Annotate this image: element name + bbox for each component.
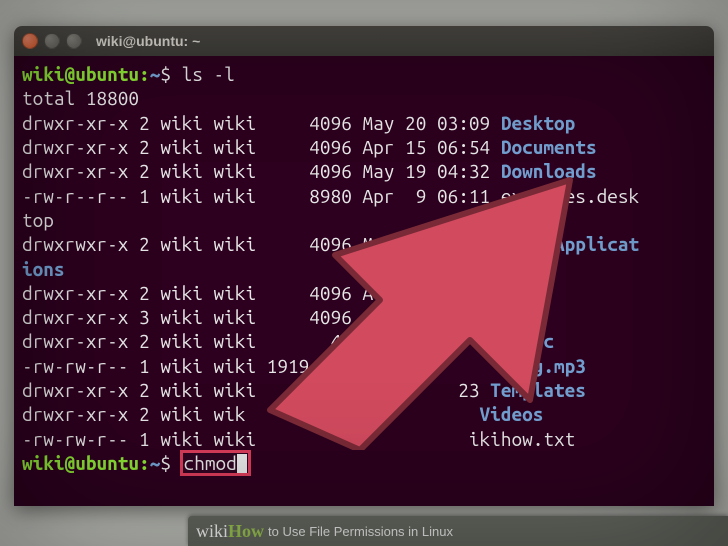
table-row: -rw-rw-r-- 1 wiki wiki 1919 song.mp3 [22,355,586,377]
table-row-wrap: ions [22,258,65,280]
table-row: drwxrwxr-x 2 wiki wiki 4096 May 04:51 Ja… [22,233,639,255]
table-row: drwxr-xr-x 2 wiki wiki 40 c [22,330,554,352]
cursor-icon [237,454,247,474]
close-icon[interactable] [22,33,38,49]
total-line: total 18800 [22,87,139,109]
maximize-icon[interactable] [66,33,82,49]
prompt-sigil: $ [160,63,171,85]
table-row: drwxr-xr-x 2 wiki wiki 4096 A 06:23 [22,282,501,304]
table-row: drwxr-xr-x 2 wiki wiki 4096 Apr 15 06:54… [22,136,597,158]
table-row: drwxr-xr-x 2 wiki wiki 4096 May 19 04:32… [22,160,597,182]
table-row: drwxr-xr-x 2 wiki wiki 4096 May 20 03:09… [22,112,575,134]
table-row-wrap: top [22,209,54,231]
table-row: drwxr-xr-x 3 wiki wiki 4096 05 s [22,306,501,328]
prompt-sigil: $ [160,452,171,474]
terminal-body[interactable]: wiki@ubuntu:~$ ls -l total 18800 drwxr-x… [14,56,714,506]
prompt-path: ~ [150,452,161,474]
prompt-user: wiki@ubuntu: [22,63,150,85]
window-title: wiki@ubuntu: ~ [96,33,200,49]
current-command: chmod [184,452,237,474]
minimize-icon[interactable] [44,33,60,49]
prompt-path: ~ [150,63,161,85]
table-row: drwxr-xr-x 2 wiki wiki 23 Templates [22,379,586,401]
wikihow-logo: wikiHow [188,521,268,542]
prev-command: ls -l [182,63,235,85]
terminal-window: wiki@ubuntu: ~ wiki@ubuntu:~$ ls -l tota… [14,26,714,506]
current-command-highlight: chmod [182,452,249,474]
footer-bar: wikiHow to Use File Permissions in Linux [188,516,728,546]
table-row: drwxr-xr-x 2 wiki wik Videos [22,403,543,425]
table-row: -rw-r--r-- 1 wiki wiki 8980 Apr 9 06:11 … [22,185,639,207]
footer-text: to Use File Permissions in Linux [268,524,453,539]
table-row: -rw-rw-r-- 1 wiki wiki ikihow.txt [22,428,575,450]
window-titlebar: wiki@ubuntu: ~ [14,26,714,56]
prompt-user: wiki@ubuntu: [22,452,150,474]
